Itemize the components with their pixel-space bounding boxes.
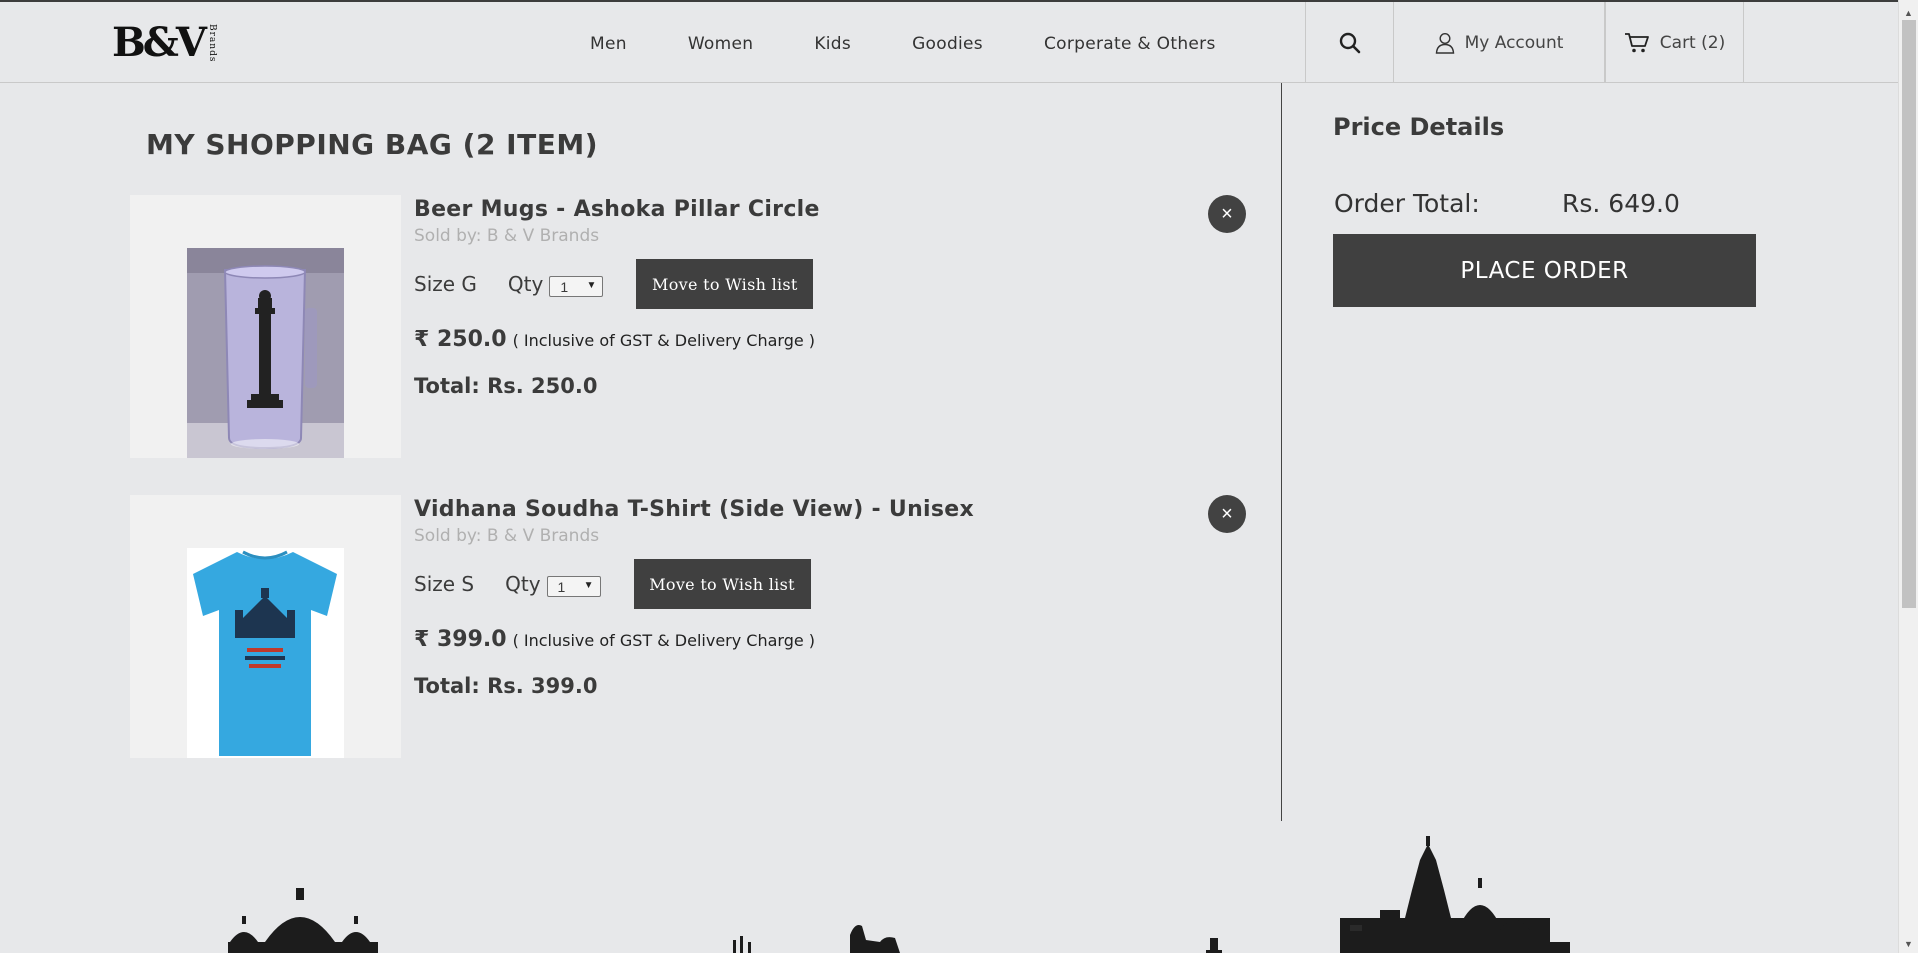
city-skyline-illustration	[228, 836, 1570, 953]
chevron-down-icon: ▼	[586, 280, 597, 291]
item-size: Size S	[414, 572, 475, 596]
remove-item-button[interactable]: ×	[1208, 195, 1246, 233]
price-details-title: Price Details	[1333, 113, 1505, 141]
item-total: Total: Rs. 250.0	[414, 374, 598, 398]
item-total: Total: Rs. 399.0	[414, 674, 598, 698]
item-options: Size G Qty 1 ▼ Move to Wish list	[414, 259, 820, 309]
item-details: Vidhana Soudha T-Shirt (Side View) - Uni…	[414, 495, 974, 698]
item-price-line: ₹ 399.0 ( Inclusive of GST & Delivery Ch…	[414, 627, 974, 652]
item-seller: Sold by: B & V Brands	[414, 526, 600, 546]
qty-value: 1	[560, 278, 569, 295]
product-image-beer-mug[interactable]	[187, 248, 344, 458]
price-note: ( Inclusive of GST & Delivery Charge )	[512, 631, 816, 650]
product-image-tshirt[interactable]	[187, 548, 344, 758]
panel-divider	[1281, 83, 1282, 821]
qty-select[interactable]: 1 ▼	[546, 576, 601, 597]
qty-label: Qty	[505, 572, 541, 596]
logo-text: B&V	[112, 19, 207, 66]
item-price: ₹ 250.0	[414, 327, 507, 352]
close-icon: ×	[1221, 502, 1233, 525]
main-nav: Men Women Kids Goodies Corperate & Other…	[590, 2, 1216, 85]
item-price-line: ₹ 250.0 ( Inclusive of GST & Delivery Ch…	[414, 327, 820, 352]
qty-label: Qty	[507, 272, 544, 296]
item-size: Size G	[414, 272, 477, 296]
nav-goodies[interactable]: Goodies	[912, 34, 983, 54]
item-options: Size S Qty 1 ▼ Move to Wish list	[414, 559, 974, 609]
item-seller: Sold by: B & V Brands	[414, 226, 600, 246]
cart-label: Cart (2)	[1659, 32, 1726, 53]
item-price: ₹ 399.0	[414, 627, 507, 652]
cart-icon	[1624, 32, 1649, 52]
qty-select[interactable]: 1 ▼	[549, 276, 604, 297]
item-name[interactable]: Beer Mugs - Ashoka Pillar Circle	[414, 197, 820, 222]
logo-subtext: Brands	[206, 23, 217, 63]
search-icon	[1339, 32, 1361, 53]
product-image-frame	[130, 495, 401, 758]
vertical-scrollbar[interactable]: ▲ ▼	[1898, 0, 1918, 953]
item-name[interactable]: Vidhana Soudha T-Shirt (Side View) - Uni…	[414, 497, 974, 522]
site-header: B&V Brands Men Women Kids Goodies Corper…	[0, 0, 1898, 83]
scrollbar-thumb[interactable]	[1902, 20, 1916, 608]
move-to-wishlist-button[interactable]: Move to Wish list	[636, 259, 814, 309]
order-total-label: Order Total:	[1334, 189, 1480, 218]
cart-item: Vidhana Soudha T-Shirt (Side View) - Uni…	[130, 495, 1250, 758]
item-details: Beer Mugs - Ashoka Pillar Circle Sold by…	[414, 195, 820, 398]
close-icon: ×	[1221, 202, 1233, 225]
product-image-frame	[130, 195, 401, 458]
user-icon	[1435, 32, 1454, 54]
scroll-up-arrow-icon[interactable]: ▲	[1904, 8, 1913, 18]
move-to-wishlist-button[interactable]: Move to Wish list	[633, 559, 811, 609]
qty-value: 1	[557, 578, 566, 595]
price-note: ( Inclusive of GST & Delivery Charge )	[512, 331, 816, 350]
nav-kids[interactable]: Kids	[814, 34, 851, 54]
search-button[interactable]	[1305, 2, 1394, 83]
nav-corporate[interactable]: Corperate & Others	[1044, 34, 1216, 54]
order-total-value: Rs. 649.0	[1562, 189, 1680, 218]
my-account-label: My Account	[1464, 32, 1564, 53]
cart-button[interactable]: Cart (2)	[1605, 2, 1744, 83]
cart-item: Beer Mugs - Ashoka Pillar Circle Sold by…	[130, 195, 1250, 458]
remove-item-button[interactable]: ×	[1208, 495, 1246, 533]
chevron-down-icon: ▼	[583, 580, 594, 591]
brand-logo[interactable]: B&V Brands	[112, 16, 217, 70]
place-order-button[interactable]: PLACE ORDER	[1333, 234, 1756, 307]
shopping-bag-title: MY SHOPPING BAG (2 ITEM)	[146, 128, 598, 161]
nav-women[interactable]: Women	[688, 34, 754, 54]
scroll-down-arrow-icon[interactable]: ▼	[1904, 939, 1913, 949]
nav-men[interactable]: Men	[590, 34, 627, 54]
my-account-button[interactable]: My Account	[1393, 2, 1605, 83]
